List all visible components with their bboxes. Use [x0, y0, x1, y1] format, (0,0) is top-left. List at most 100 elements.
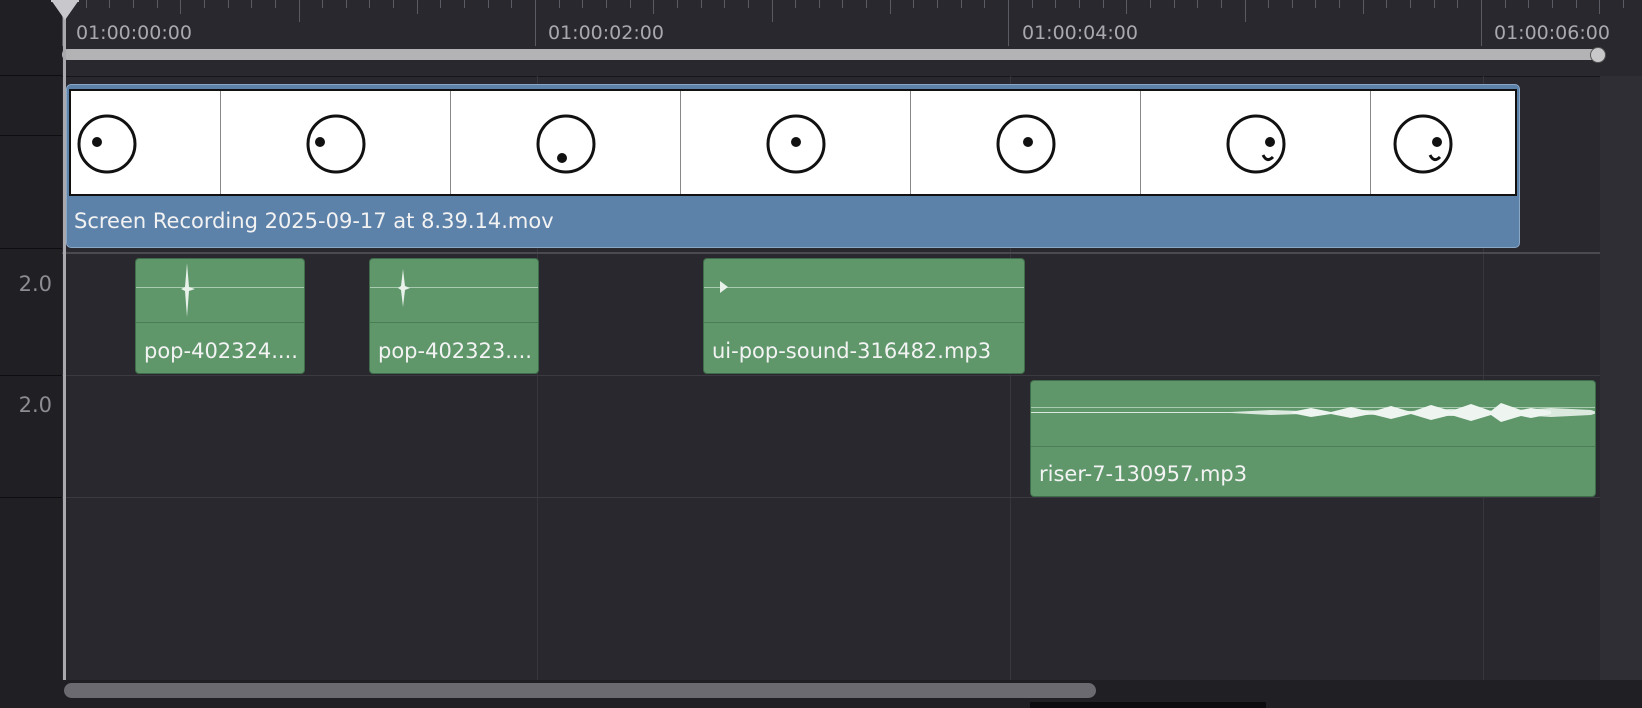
- ruler-tick: [1410, 0, 1412, 8]
- timecode-label: 01:00:06:00: [1494, 22, 1610, 44]
- ruler-tick: [1173, 0, 1175, 8]
- ruler-tick: [1622, 0, 1624, 8]
- ruler-tick: [1055, 0, 1057, 8]
- video-thumbnail: [1371, 91, 1515, 194]
- ruler-tick: [1339, 0, 1341, 8]
- video-audio-divider: [62, 252, 1642, 254]
- cursor-circle-icon: [996, 114, 1056, 174]
- timeline-range-bar[interactable]: [62, 49, 1598, 60]
- waveform: [398, 269, 410, 307]
- ruler-tick: [771, 0, 773, 22]
- ruler-tick: [1031, 0, 1033, 8]
- waveform-baseline: [136, 287, 304, 288]
- waveform: [181, 263, 195, 317]
- ruler-tick: [1268, 0, 1270, 8]
- timecode-label: 01:00:02:00: [548, 22, 664, 44]
- ruler-tick: [818, 0, 820, 8]
- ruler-tick: [1528, 0, 1530, 8]
- horizontal-scrollbar-thumb[interactable]: [64, 683, 1096, 698]
- ruler-tick: [1102, 0, 1104, 8]
- track-header-divider: [0, 497, 62, 498]
- audio-clip[interactable]: ui-pop-sound-316482.mp3: [703, 258, 1025, 374]
- track-header-column: 2.0 2.0: [0, 0, 62, 708]
- cursor-circle-icon: [766, 114, 826, 174]
- ruler-tick: [1386, 0, 1388, 8]
- ruler-tick: [653, 0, 655, 14]
- ruler-tick: [1504, 0, 1506, 8]
- playhead-marker-icon[interactable]: [51, 0, 79, 20]
- ruler-tick: [1291, 0, 1293, 8]
- audio-clip-name: pop-402323....: [378, 339, 532, 363]
- audio-clip[interactable]: pop-402323....: [369, 258, 539, 374]
- waveform-baseline: [704, 287, 1024, 288]
- ruler-tick: [393, 0, 395, 8]
- ruler-tick: [724, 0, 726, 8]
- ruler-tick: [132, 0, 134, 8]
- audio-track-1-level: 2.0: [18, 272, 52, 296]
- video-thumbnail: [71, 91, 221, 194]
- waveform-baseline: [370, 287, 538, 288]
- ruler-tick: [511, 0, 513, 8]
- video-clip-name: Screen Recording 2025-09-17 at 8.39.14.m…: [74, 209, 554, 233]
- ruler-tick: [535, 0, 536, 46]
- audio-clip-name: riser-7-130957.mp3: [1039, 462, 1248, 486]
- track-divider: [62, 375, 1642, 376]
- range-end-handle[interactable]: [1590, 47, 1606, 63]
- ruler-tick: [1197, 0, 1199, 8]
- timecode-label: 01:00:00:00: [76, 22, 192, 44]
- ruler-tick: [298, 0, 300, 22]
- ruler-tick: [605, 0, 607, 8]
- audio-clip-name: pop-402324....: [144, 339, 298, 363]
- ruler-tick: [1078, 0, 1080, 8]
- video-thumbnail: [221, 91, 451, 194]
- timecode-label: 01:00:04:00: [1022, 22, 1138, 44]
- video-clip[interactable]: Screen Recording 2025-09-17 at 8.39.14.m…: [66, 84, 1520, 248]
- audio-clip[interactable]: pop-402324....: [135, 258, 305, 374]
- ruler-tick: [156, 0, 158, 8]
- cursor-circle-icon: [77, 114, 137, 174]
- ruler-tick: [251, 0, 253, 8]
- track-header-divider: [0, 375, 62, 376]
- ruler-tick: [1575, 0, 1577, 8]
- ruler-tick: [1244, 0, 1246, 22]
- video-thumbnail: [681, 91, 911, 194]
- audio-track-2-level: 2.0: [18, 393, 52, 417]
- clip-divider: [136, 322, 304, 323]
- ruler-tick: [1315, 0, 1317, 8]
- waveform: [720, 281, 728, 293]
- playhead-line[interactable]: [63, 8, 66, 708]
- track-header-divider: [0, 135, 62, 136]
- ruler-tick: [937, 0, 939, 8]
- track-header-divider: [0, 248, 62, 249]
- ruler-tick: [984, 0, 986, 8]
- ruler-tick: [889, 0, 891, 14]
- ruler-tick: [1433, 0, 1435, 8]
- ruler-tick: [582, 0, 584, 8]
- cursor-circle-icon: [1393, 114, 1453, 174]
- ruler-tick: [227, 0, 229, 8]
- thumbnail-strip: [69, 89, 1517, 196]
- ruler-tick: [180, 0, 182, 14]
- ruler-tick: [629, 0, 631, 8]
- track-header-divider: [0, 75, 62, 76]
- timeline-end-region: [1600, 76, 1642, 680]
- ruler-tick: [795, 0, 797, 8]
- video-thumbnail: [451, 91, 681, 194]
- ruler-tick: [85, 0, 87, 8]
- ruler-tick: [747, 0, 749, 8]
- audio-clip[interactable]: riser-7-130957.mp3: [1030, 380, 1596, 497]
- ruler-tick: [440, 0, 442, 8]
- ruler-tick: [1220, 0, 1222, 8]
- ruler-tick: [369, 0, 371, 8]
- ruler-tick: [322, 0, 324, 8]
- ruler-tick: [464, 0, 466, 8]
- ruler-tick: [1481, 0, 1482, 46]
- ruler-tick: [487, 0, 489, 8]
- clip-divider: [704, 322, 1024, 323]
- cursor-circle-icon: [306, 114, 366, 174]
- ruler-tick: [1457, 0, 1459, 8]
- ruler-tick: [842, 0, 844, 8]
- ruler-tick: [109, 0, 111, 8]
- ruler-tick: [203, 0, 205, 8]
- ruler-tick: [558, 0, 560, 8]
